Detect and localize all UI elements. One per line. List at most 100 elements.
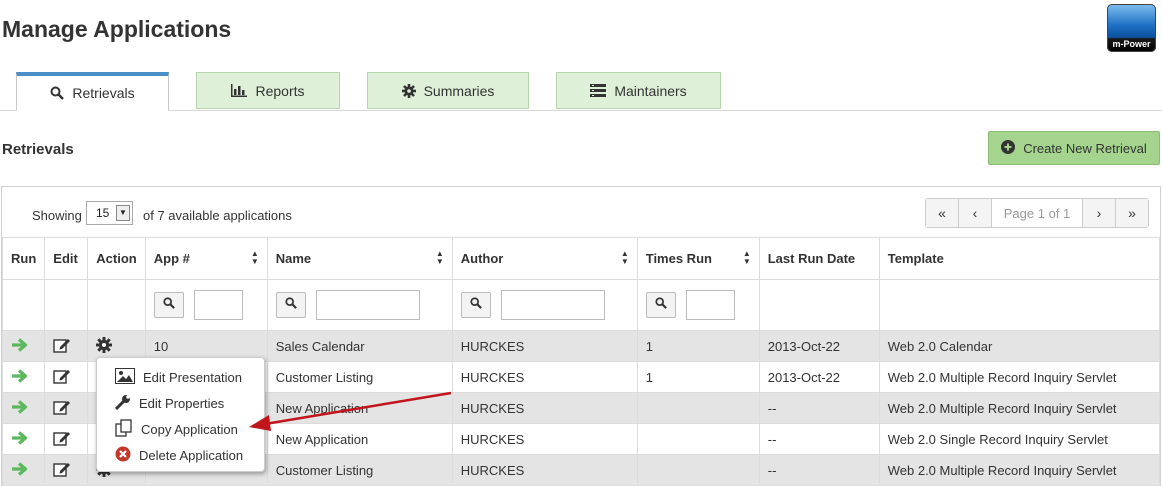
pagination: « ‹ Page 1 of 1 › » <box>925 198 1149 228</box>
column-header-last-run-date: Last Run Date <box>758 237 880 280</box>
column-header-times-run[interactable]: Times Run ▲ ▼ <box>636 237 760 280</box>
page-size-value: 15 <box>96 206 110 220</box>
create-button-label: Create New Retrieval <box>1023 140 1147 156</box>
run-cell <box>1 454 46 486</box>
times-run-cell: 1 <box>636 361 760 393</box>
app-number-filter-input[interactable] <box>193 290 243 320</box>
run-arrow-icon[interactable] <box>11 337 29 355</box>
column-header-app-number[interactable]: App # ▲ ▼ <box>144 237 268 280</box>
image-icon <box>115 367 135 387</box>
m-power-logo[interactable]: m-Power <box>1107 4 1156 52</box>
column-header-edit: Edit <box>44 237 89 280</box>
filter-row <box>1 279 1161 331</box>
template-cell: Web 2.0 Multiple Record Inquiry Servlet <box>878 361 1161 393</box>
prev-page-button[interactable]: ‹ <box>959 199 992 227</box>
sort-icon: ▲ ▼ <box>620 249 629 266</box>
section-title: Retrievals <box>2 141 74 158</box>
showing-label: Showing <box>32 208 82 223</box>
tab-label: Reports <box>255 82 305 99</box>
gear-icon[interactable] <box>96 336 113 356</box>
tab-label: Maintainers <box>614 82 687 99</box>
last-run-date-cell: 2013-Oct-22 <box>758 361 880 393</box>
search-icon <box>163 297 175 312</box>
template-cell: Web 2.0 Single Record Inquiry Servlet <box>878 423 1161 455</box>
search-icon <box>50 86 65 100</box>
column-label: Author <box>460 251 504 266</box>
run-cell <box>1 330 46 362</box>
tab-retrievals[interactable]: Retrievals <box>16 72 169 111</box>
tab-summaries[interactable]: Summaries <box>367 72 529 109</box>
menu-item-delete-application[interactable]: Delete Application <box>115 443 243 467</box>
times-run-filter-input[interactable] <box>685 290 735 320</box>
times-run-cell <box>636 454 760 486</box>
sort-icon: ▲ ▼ <box>435 249 444 266</box>
edit-cell <box>44 454 89 486</box>
filter-search-button[interactable] <box>275 292 306 318</box>
edit-cell <box>44 330 89 362</box>
gear-icon <box>401 83 416 98</box>
run-arrow-icon[interactable] <box>11 399 29 417</box>
author-cell: HURCKES <box>451 392 638 424</box>
edit-cell <box>44 392 89 424</box>
column-header-name[interactable]: Name ▲ ▼ <box>266 237 453 280</box>
page-size-select[interactable]: 15 ▼ <box>86 201 133 225</box>
menu-item-edit-properties[interactable]: Edit Properties <box>114 391 225 415</box>
author-cell: HURCKES <box>451 330 638 362</box>
page-info: Page 1 of 1 <box>992 199 1083 227</box>
page-title: Manage Applications <box>2 16 232 42</box>
tab-label: Summaries <box>423 82 495 99</box>
author-filter-input[interactable] <box>500 290 605 320</box>
filter-search-button[interactable] <box>645 292 676 318</box>
tabs-divider <box>0 110 1162 111</box>
list-icon <box>590 84 607 97</box>
plus-circle-icon <box>1001 139 1016 157</box>
edit-icon[interactable] <box>53 399 71 418</box>
run-cell <box>1 392 46 424</box>
filter-search-button[interactable] <box>153 292 184 318</box>
column-header-author[interactable]: Author ▲ ▼ <box>451 237 638 280</box>
create-new-retrieval-button[interactable]: Create New Retrieval <box>988 131 1160 165</box>
menu-item-edit-presentation[interactable]: Edit Presentation <box>115 365 242 389</box>
author-cell: HURCKES <box>451 454 638 486</box>
menu-item-copy-application[interactable]: Copy Application <box>115 417 238 441</box>
chevron-down-icon: ▼ <box>116 205 130 221</box>
edit-icon[interactable] <box>53 461 71 480</box>
logo-text: m-Power <box>1112 39 1151 49</box>
edit-icon[interactable] <box>53 337 71 356</box>
run-arrow-icon[interactable] <box>11 461 29 479</box>
tab-maintainers[interactable]: Maintainers <box>556 72 721 109</box>
edit-icon[interactable] <box>53 368 71 387</box>
menu-item-label: Delete Application <box>139 447 244 463</box>
filter-search-button[interactable] <box>460 292 491 318</box>
column-label: Name <box>275 251 312 266</box>
last-run-date-cell: 2013-Oct-22 <box>758 330 880 362</box>
column-label: App # <box>153 251 190 266</box>
edit-cell <box>44 423 89 455</box>
menu-item-label: Edit Presentation <box>143 369 243 385</box>
tab-label: Retrievals <box>72 85 135 101</box>
wrench-icon <box>114 394 131 413</box>
column-header-template: Template <box>878 237 1161 280</box>
search-icon <box>470 297 482 312</box>
run-arrow-icon[interactable] <box>11 368 29 386</box>
sort-icon: ▲ ▼ <box>742 249 751 266</box>
column-header-run: Run <box>1 237 46 280</box>
last-page-button[interactable]: » <box>1116 199 1148 227</box>
name-filter-input[interactable] <box>315 290 420 320</box>
menu-item-label: Edit Properties <box>139 395 225 411</box>
edit-icon[interactable] <box>53 430 71 449</box>
next-page-button[interactable]: › <box>1083 199 1116 227</box>
search-icon <box>655 297 667 312</box>
name-cell: Sales Calendar <box>266 330 453 362</box>
tab-reports[interactable]: Reports <box>196 72 340 109</box>
first-page-button[interactable]: « <box>926 199 959 227</box>
annotation-arrow <box>249 391 452 431</box>
author-cell: HURCKES <box>451 423 638 455</box>
bar-chart-icon <box>231 84 248 97</box>
last-run-date-cell: -- <box>758 392 880 424</box>
run-arrow-icon[interactable] <box>11 430 29 448</box>
delete-icon <box>115 446 131 465</box>
name-cell: Customer Listing <box>266 454 453 486</box>
menu-item-label: Copy Application <box>141 421 238 437</box>
times-run-cell: 1 <box>636 330 760 362</box>
